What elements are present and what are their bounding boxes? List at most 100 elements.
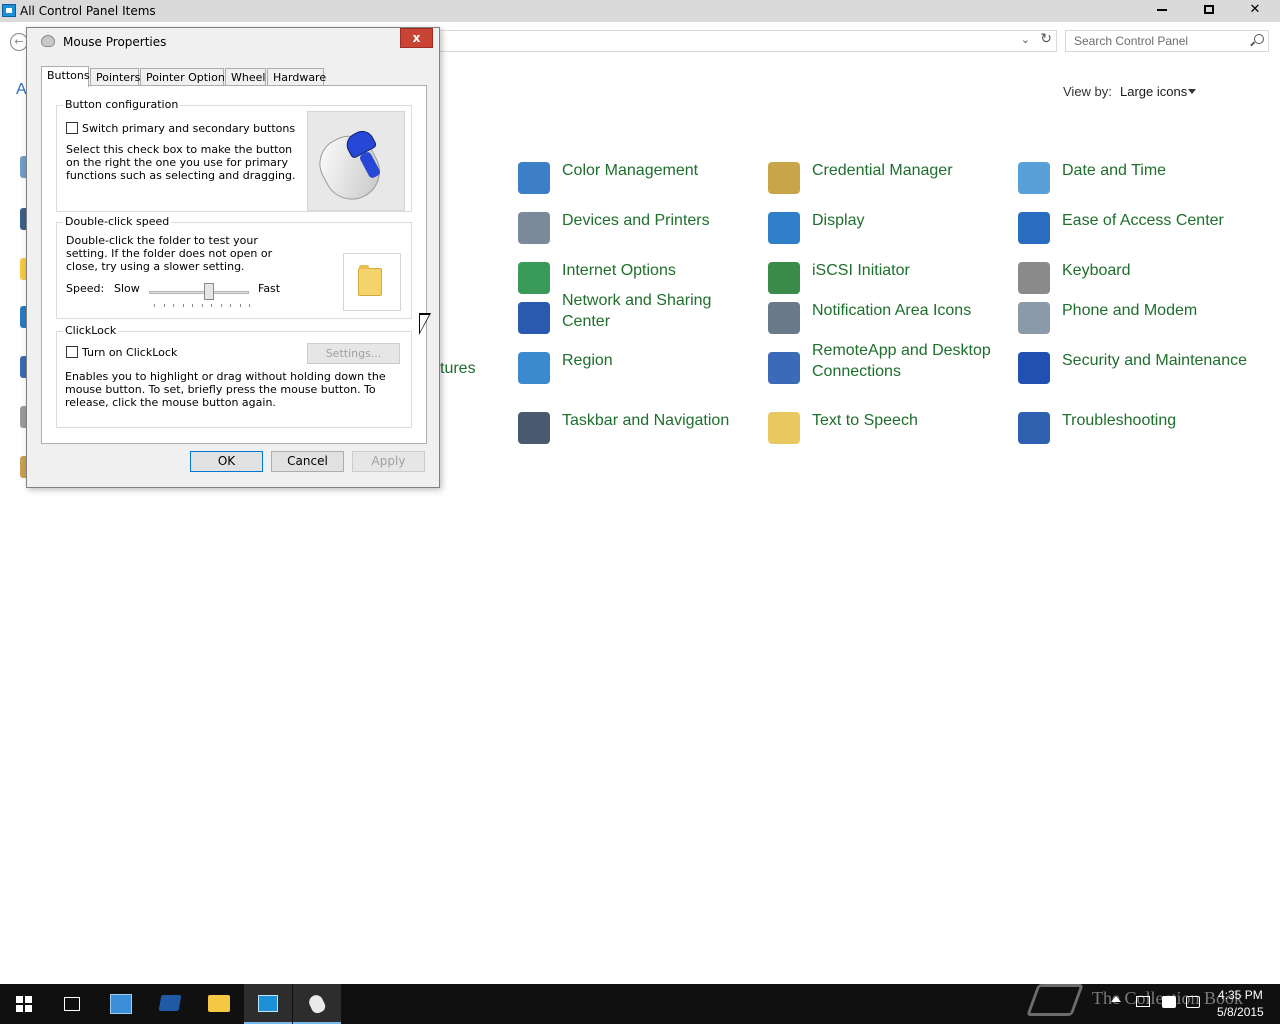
cp-item-label[interactable]: Region (562, 350, 752, 371)
cp-item-label[interactable]: iSCSI Initiator (812, 260, 1002, 281)
switch-buttons-checkbox[interactable] (66, 122, 78, 134)
tab-hardware[interactable]: Hardware (267, 68, 326, 86)
clicklock-group: ClickLock Turn on ClickLock Settings... … (56, 324, 412, 428)
clicklock-checkbox-label[interactable]: Turn on ClickLock (82, 346, 177, 359)
clock-date[interactable]: 5/8/2015 (1217, 1005, 1264, 1019)
double-click-speed-group: Double-click speed Double-click the fold… (56, 215, 412, 319)
dialog-close-button[interactable]: x (400, 28, 433, 48)
mouse-properties-taskbar-button[interactable] (293, 984, 341, 1024)
powershell-button[interactable] (146, 984, 194, 1024)
slider-tick (173, 304, 174, 307)
tab-pointer-options[interactable]: Pointer Options (140, 68, 231, 86)
mouse-icon (41, 35, 55, 47)
task-view-button[interactable] (48, 984, 96, 1024)
folder-icon[interactable] (358, 265, 382, 296)
start-button[interactable] (0, 984, 48, 1024)
peek-item-label[interactable]: tures (440, 360, 476, 378)
keyboard-icon (1018, 262, 1050, 294)
slider-thumb[interactable] (204, 283, 214, 300)
mouse-icon (306, 992, 328, 1016)
taskbar (0, 984, 1280, 1024)
cp-item-label[interactable]: Security and Maintenance (1062, 350, 1252, 371)
action-center-icon[interactable] (1186, 996, 1200, 1008)
speed-label: Speed: (66, 282, 105, 295)
slider-tick (201, 304, 203, 307)
control-panel-icon (2, 4, 16, 17)
tab-wheel[interactable]: Wheel (225, 68, 266, 86)
slider-tick (230, 304, 231, 307)
mouse-properties-dialog: Mouse Properties x Buttons Pointers Poin… (26, 27, 440, 488)
task-view-icon (64, 997, 80, 1011)
volume-icon[interactable] (1162, 996, 1176, 1008)
double-click-speed-slider[interactable] (149, 291, 249, 294)
control-panel-taskbar-button[interactable] (244, 984, 292, 1024)
clicklock-settings-button[interactable]: Settings... (307, 343, 400, 364)
cp-item-label[interactable]: Text to Speech (812, 410, 1002, 431)
double-click-description: Double-click the folder to test your set… (66, 234, 273, 273)
cp-item-label[interactable]: Display (812, 210, 1002, 231)
server-manager-icon (110, 994, 132, 1014)
file-explorer-button[interactable] (195, 984, 243, 1024)
ease-of-access-icon (1018, 212, 1050, 244)
powershell-icon (158, 995, 182, 1011)
slider-tick (163, 304, 165, 307)
slider-tick (192, 304, 193, 307)
search-icon[interactable] (1254, 34, 1264, 44)
cp-item-label[interactable]: Date and Time (1062, 160, 1252, 181)
clicklock-description: Enables you to highlight or drag without… (65, 370, 386, 409)
cp-item-label[interactable]: RemoteApp and Desktop Connections (812, 340, 1002, 382)
ok-button[interactable]: OK (190, 451, 263, 472)
tab-pointers[interactable]: Pointers (90, 68, 140, 86)
address-bar[interactable]: ⌄ ↻ (430, 30, 1057, 52)
slider-tick (239, 304, 241, 307)
mouse-illustration (307, 111, 405, 211)
window-titlebar: All Control Panel Items ✕ (0, 0, 1280, 22)
phone-and-modem-icon (1018, 302, 1050, 334)
cp-item-label[interactable]: Keyboard (1062, 260, 1252, 281)
cp-item-label[interactable]: Ease of Access Center (1062, 210, 1252, 231)
windows-logo-icon (16, 996, 32, 1012)
show-hidden-icons-icon[interactable] (1111, 996, 1121, 1002)
cp-item-label[interactable]: Color Management (562, 160, 752, 181)
view-by-dropdown[interactable]: Large icons (1120, 84, 1187, 99)
region-icon (518, 352, 550, 384)
slider-tick (211, 304, 212, 307)
cp-item-label[interactable]: Troubleshooting (1062, 410, 1252, 431)
cp-item-label[interactable]: Phone and Modem (1062, 300, 1252, 321)
dialog-title: Mouse Properties (63, 35, 167, 49)
button-configuration-group: Button configuration Switch primary and … (56, 98, 412, 212)
display-icon (768, 212, 800, 244)
close-button[interactable]: ✕ (1232, 0, 1278, 22)
tab-buttons[interactable]: Buttons (41, 66, 90, 87)
server-manager-button[interactable] (97, 984, 145, 1024)
clicklock-checkbox[interactable] (66, 346, 78, 358)
dialog-titlebar[interactable]: Mouse Properties x (27, 28, 439, 56)
remoteapp-icon (768, 352, 800, 384)
cp-item-label[interactable]: Network and Sharing Center (562, 290, 752, 332)
test-folder[interactable] (343, 253, 401, 311)
minimize-button[interactable] (1139, 0, 1185, 22)
cp-item-label[interactable]: Internet Options (562, 260, 752, 281)
network-icon[interactable] (1136, 996, 1150, 1007)
chevron-down-icon[interactable]: ⌄ (1021, 33, 1030, 46)
slider-tick (249, 304, 250, 307)
control-panel-icon (258, 995, 278, 1012)
cancel-button[interactable]: Cancel (271, 451, 344, 472)
slider-tick (182, 304, 184, 307)
taskbar-navigation-icon (518, 412, 550, 444)
switch-buttons-label[interactable]: Switch primary and secondary buttons (82, 122, 302, 135)
search-input[interactable]: Search Control Panel (1065, 30, 1269, 52)
iscsi-initiator-icon (768, 262, 800, 294)
refresh-icon[interactable]: ↻ (1040, 31, 1052, 47)
clock-time[interactable]: 4:35 PM (1218, 988, 1263, 1002)
cp-item-label[interactable]: Devices and Printers (562, 210, 752, 231)
troubleshooting-icon (1018, 412, 1050, 444)
restore-button[interactable] (1186, 0, 1232, 22)
cp-item-label[interactable]: Notification Area Icons (812, 300, 1002, 321)
dropdown-caret-icon[interactable] (1188, 89, 1196, 94)
apply-button[interactable]: Apply (352, 451, 425, 472)
cp-item-label[interactable]: Credential Manager (812, 160, 1002, 181)
search-placeholder: Search Control Panel (1074, 34, 1189, 48)
cp-item-label[interactable]: Taskbar and Navigation (562, 410, 752, 431)
slider-tick (220, 304, 222, 307)
